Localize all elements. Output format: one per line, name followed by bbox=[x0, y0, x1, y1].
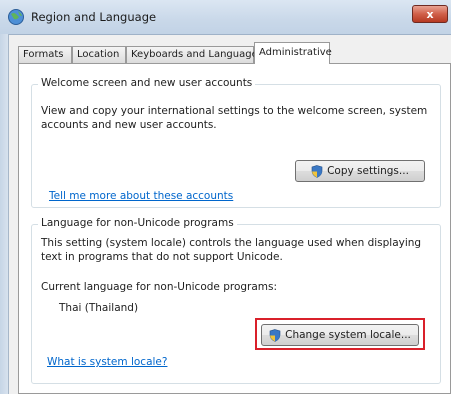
current-language-label: Current language for non-Unicode program… bbox=[41, 281, 278, 293]
copy-settings-label: Copy settings... bbox=[327, 165, 409, 177]
tab-keyboards-languages[interactable]: Keyboards and Languages bbox=[126, 46, 263, 63]
tab-location[interactable]: Location bbox=[72, 46, 126, 63]
close-icon: x bbox=[426, 7, 434, 21]
globe-icon bbox=[8, 9, 24, 25]
region-language-window: Region and Language x Formats Location K… bbox=[0, 0, 451, 394]
group-legend: Welcome screen and new user accounts bbox=[38, 77, 256, 89]
tab-formats[interactable]: Formats bbox=[18, 46, 72, 63]
current-language-value: Thai (Thailand) bbox=[59, 302, 139, 314]
tell-me-more-link[interactable]: Tell me more about these accounts bbox=[49, 190, 233, 202]
group-legend: Language for non-Unicode programs bbox=[38, 217, 237, 229]
window-frame-edge bbox=[0, 34, 9, 394]
non-unicode-description-line1: This setting (system locale) controls th… bbox=[41, 237, 422, 249]
copy-settings-button[interactable]: Copy settings... bbox=[295, 160, 425, 182]
tab-label: Keyboards and Languages bbox=[131, 49, 263, 60]
non-unicode-description-line2: text in programs that do not support Uni… bbox=[41, 251, 283, 263]
tab-label: Location bbox=[77, 49, 120, 60]
close-button[interactable]: x bbox=[412, 5, 448, 23]
change-system-locale-label: Change system locale... bbox=[285, 329, 411, 341]
window-title: Region and Language bbox=[31, 10, 157, 24]
welcome-description-line2: accounts and new user accounts. bbox=[41, 119, 217, 131]
shield-icon bbox=[311, 164, 323, 178]
tab-administrative[interactable]: Administrative bbox=[254, 42, 332, 64]
shield-icon bbox=[269, 328, 281, 342]
change-system-locale-button[interactable]: Change system locale... bbox=[261, 324, 419, 346]
title-bar[interactable]: Region and Language x bbox=[0, 0, 451, 35]
what-is-system-locale-link[interactable]: What is system locale? bbox=[47, 356, 167, 368]
tab-label: Formats bbox=[23, 49, 64, 60]
administrative-panel: Welcome screen and new user accounts Vie… bbox=[18, 63, 451, 394]
tab-label: Administrative bbox=[259, 47, 332, 58]
welcome-description-line1: View and copy your international setting… bbox=[41, 105, 428, 117]
